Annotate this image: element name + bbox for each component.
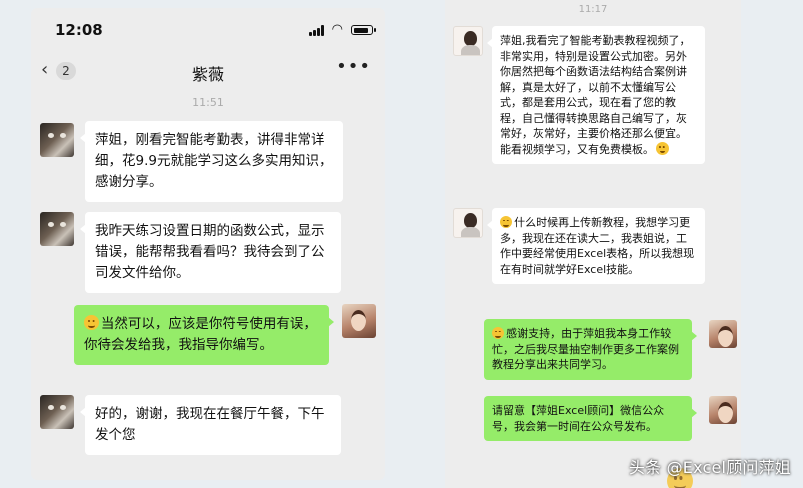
message-text: 当然可以，应该是你符号使用有误，你待会发给我，我指导你编写。 (84, 316, 317, 353)
avatar-self[interactable] (342, 304, 376, 338)
message-bubble[interactable]: 请留意【萍姐Excel顾问】微信公众号，我会第一时间在公众号发布。 (484, 396, 697, 441)
avatar-contact[interactable] (40, 395, 74, 429)
more-dots-icon[interactable]: ••• (336, 56, 371, 77)
chat-screenshot-left: 12:08 ◠ ‹ 2 紫薇 ••• 11:51 萍姐，刚看完智能考勤表，讲得非… (31, 8, 385, 480)
message-bubble[interactable]: 什么时候再上传新教程，我想学习更多，我现在还在读大二，我表姐说，工作中要经常使用… (487, 208, 705, 284)
smile-emoji-icon (500, 215, 513, 228)
message-bubble[interactable]: 我昨天练习设置日期的函数公式，显示错误，能帮帮我看看吗？我待会到了公司发文件给你… (80, 212, 341, 293)
message-text: 好的，谢谢，我现在在餐厅午餐，下午发个您 (95, 406, 325, 443)
message-bubble[interactable]: 感谢支持，由于萍姐我本身工作较忙，之后我尽量抽空制作更多工作案例教程分享出来共同… (484, 319, 697, 380)
chat-screenshot-right: 11:17 萍姐,我看完了智能考勤表教程视频了，非常实用，特别是设置公式加密。另… (445, 0, 741, 488)
status-time: 12:08 (55, 21, 103, 39)
avatar-self[interactable] (709, 396, 737, 424)
message-text: 我昨天练习设置日期的函数公式，显示错误，能帮帮我看看吗？我待会到了公司发文件给你… (95, 223, 325, 281)
chat-timestamp: 11:17 (578, 4, 608, 15)
status-bar: 12:08 ◠ (31, 8, 385, 50)
emoji-icon (656, 141, 670, 155)
battery-icon (351, 25, 376, 35)
avatar-contact[interactable] (453, 208, 483, 238)
watermark: 头条 @Excel顾问萍姐 (628, 458, 791, 477)
message-text: 请留意【萍姐Excel顾问】微信公众号，我会第一时间在公众号发布。 (492, 404, 665, 433)
chat-timestamp: 11:51 (192, 96, 224, 109)
avatar-self[interactable] (709, 320, 737, 348)
avatar-contact[interactable] (453, 26, 483, 56)
message-text: 萍姐，刚看完智能考勤表，讲得非常详细，花9.9元就能学习这么多实用知识，感谢分享… (95, 132, 333, 190)
message-bubble[interactable]: 当然可以，应该是你符号使用有误，你待会发给我，我指导你编写。 (74, 305, 334, 365)
message-bubble[interactable]: 好的，谢谢，我现在在餐厅午餐，下午发个您 (80, 395, 341, 455)
message-text: 感谢支持，由于萍姐我本身工作较忙，之后我尽量抽空制作更多工作案例教程分享出来共同… (492, 327, 679, 371)
chat-nav-bar: ‹ 2 紫薇 ••• (31, 50, 385, 92)
message-text: 萍姐,我看完了智能考勤表教程视频了，非常实用，特别是设置公式加密。另外你居然把每… (500, 34, 691, 156)
chat-title: 紫薇 (191, 65, 224, 84)
message-bubble[interactable]: 萍姐，刚看完智能考勤表，讲得非常详细，花9.9元就能学习这么多实用知识，感谢分享… (80, 121, 343, 202)
smile-emoji-icon (84, 315, 99, 330)
message-text: 什么时候再上传新教程，我想学习更多，我现在还在读大二，我表姐说，工作中要经常使用… (500, 216, 695, 276)
message-bubble[interactable]: 萍姐,我看完了智能考勤表教程视频了，非常实用，特别是设置公式加密。另外你居然把每… (487, 26, 705, 165)
smile-emoji-icon (492, 326, 505, 339)
avatar-contact[interactable] (40, 123, 74, 157)
avatar-contact[interactable] (40, 212, 74, 246)
wifi-icon: ◠ (331, 22, 343, 37)
signal-icon (309, 25, 325, 36)
